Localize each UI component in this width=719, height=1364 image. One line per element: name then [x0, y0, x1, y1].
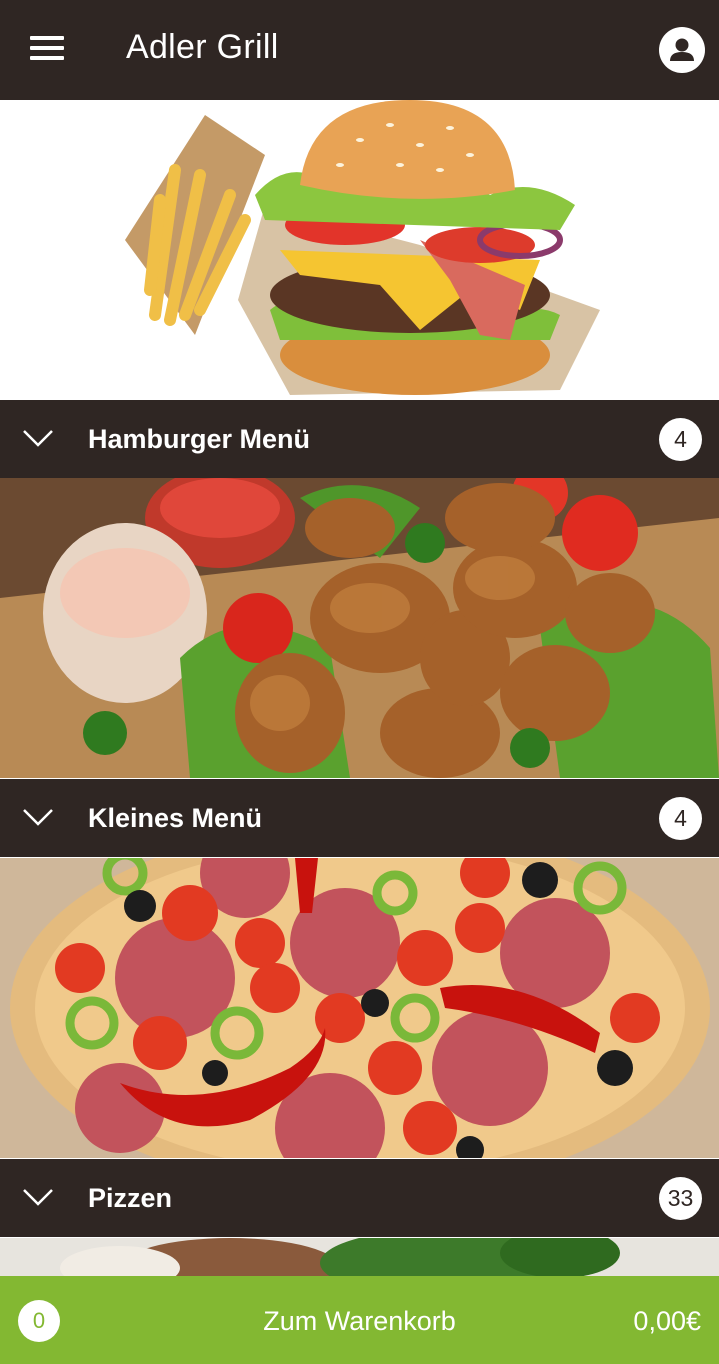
salad-photo[interactable]	[0, 1238, 719, 1278]
category-name: Kleines Menü	[88, 803, 263, 833]
burger-and-fries-photo[interactable]	[0, 100, 719, 400]
chicken-nuggets-photo[interactable]	[0, 478, 719, 778]
category-header-kleines-menu[interactable]: Kleines Menü 4	[0, 779, 719, 857]
user-icon[interactable]	[659, 27, 705, 73]
cart-button[interactable]: 0 Zum Warenkorb 0,00€	[0, 1276, 719, 1364]
chevron-down-icon	[23, 809, 53, 826]
hamburger-menu-icon[interactable]	[30, 36, 66, 64]
page-title: Adler Grill	[126, 28, 279, 66]
app-bar: Adler Grill	[0, 0, 719, 100]
item-count-badge: 4	[659, 797, 702, 840]
item-count-badge: 33	[659, 1177, 702, 1220]
category-header-pizzen[interactable]: Pizzen 33	[0, 1159, 719, 1237]
category-name: Pizzen	[88, 1183, 173, 1213]
category-header-hamburger-menu[interactable]: Hamburger Menü 4	[0, 400, 719, 478]
cart-total: 0,00€	[633, 1306, 701, 1336]
cart-label: Zum Warenkorb	[263, 1306, 456, 1336]
chevron-down-icon	[23, 430, 53, 447]
item-count-badge: 4	[659, 418, 702, 461]
pizza-photo[interactable]	[0, 858, 719, 1158]
category-name: Hamburger Menü	[88, 424, 311, 454]
chevron-down-icon	[23, 1189, 53, 1206]
